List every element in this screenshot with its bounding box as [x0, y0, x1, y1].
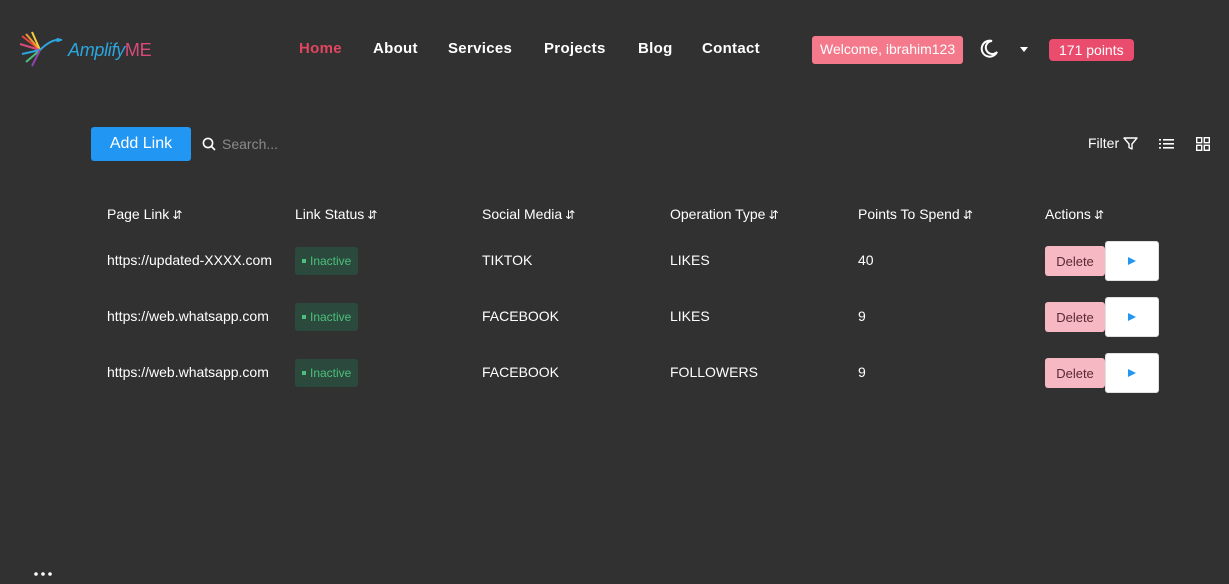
column-header-social-media[interactable]: Social Media ⇵	[482, 206, 575, 222]
column-header-link-status[interactable]: Link Status ⇵	[295, 206, 377, 222]
sort-icon: ⇵	[367, 208, 378, 222]
filter-icon	[1123, 136, 1138, 150]
more-icon[interactable]	[34, 572, 52, 576]
delete-button[interactable]: Delete	[1045, 246, 1105, 276]
nav-projects[interactable]: Projects	[544, 40, 606, 57]
delete-button[interactable]: Delete	[1045, 302, 1105, 332]
welcome-badge[interactable]: Welcome, ibrahim123	[812, 36, 964, 64]
search-input[interactable]	[222, 134, 422, 154]
list-view-icon[interactable]	[1159, 137, 1175, 151]
status-badge: Inactive	[295, 303, 359, 331]
nav-home[interactable]: Home	[299, 40, 342, 57]
cell-page-link[interactable]: https://updated-XXXX.com	[107, 252, 272, 268]
column-header-operation-type[interactable]: Operation Type ⇵	[670, 206, 779, 222]
play-button[interactable]	[1105, 353, 1159, 393]
play-icon	[1128, 257, 1136, 265]
play-button[interactable]	[1105, 297, 1159, 337]
sort-icon: ⇵	[565, 208, 576, 222]
play-icon	[1128, 369, 1136, 377]
header: AmplifyME Home About Services Projects B…	[0, 0, 1229, 100]
cell-points: 40	[858, 252, 874, 268]
column-header-points-to-spend[interactable]: Points To Spend ⇵	[858, 206, 973, 222]
cell-social-media: FACEBOOK	[482, 308, 560, 324]
filter-label: Filter	[1088, 135, 1120, 151]
status-badge: Inactive	[295, 247, 359, 275]
add-link-button[interactable]: Add Link	[91, 127, 191, 161]
column-header-page-link[interactable]: Page Link ⇵	[107, 206, 182, 222]
cell-social-media: TIKTOK	[482, 252, 533, 268]
delete-button[interactable]: Delete	[1045, 358, 1105, 388]
sort-icon: ⇵	[962, 208, 973, 222]
brand-name: AmplifyME	[68, 39, 152, 60]
sort-icon: ⇵	[1093, 208, 1104, 222]
play-button[interactable]	[1105, 241, 1159, 281]
status-badge: Inactive	[295, 359, 359, 387]
cell-points: 9	[858, 308, 866, 324]
nav-contact[interactable]: Contact	[702, 40, 760, 57]
play-icon	[1128, 313, 1136, 321]
nav-blog[interactable]: Blog	[638, 40, 673, 57]
cell-operation-type: FOLLOWERS	[670, 364, 758, 380]
cell-operation-type: LIKES	[670, 252, 710, 268]
cell-points: 9	[858, 364, 866, 380]
nav-services[interactable]: Services	[448, 40, 512, 57]
filter-button[interactable]: Filter	[1088, 135, 1138, 151]
nav-about[interactable]: About	[373, 40, 418, 57]
grid-view-icon[interactable]	[1196, 137, 1210, 151]
cell-page-link[interactable]: https://web.whatsapp.com	[107, 308, 269, 324]
column-header-actions[interactable]: Actions ⇵	[1045, 206, 1104, 222]
hummingbird-logo-icon	[19, 31, 63, 67]
caret-down-icon[interactable]	[1020, 47, 1028, 52]
sort-icon: ⇵	[768, 208, 779, 222]
sort-icon: ⇵	[172, 208, 183, 222]
cell-operation-type: LIKES	[670, 308, 710, 324]
cell-social-media: FACEBOOK	[482, 364, 560, 380]
points-badge: 171 points	[1049, 39, 1134, 61]
cell-page-link[interactable]: https://web.whatsapp.com	[107, 364, 269, 380]
moon-icon[interactable]	[978, 38, 1000, 60]
brand-logo[interactable]: AmplifyME	[18, 30, 152, 70]
search-icon	[202, 137, 216, 151]
